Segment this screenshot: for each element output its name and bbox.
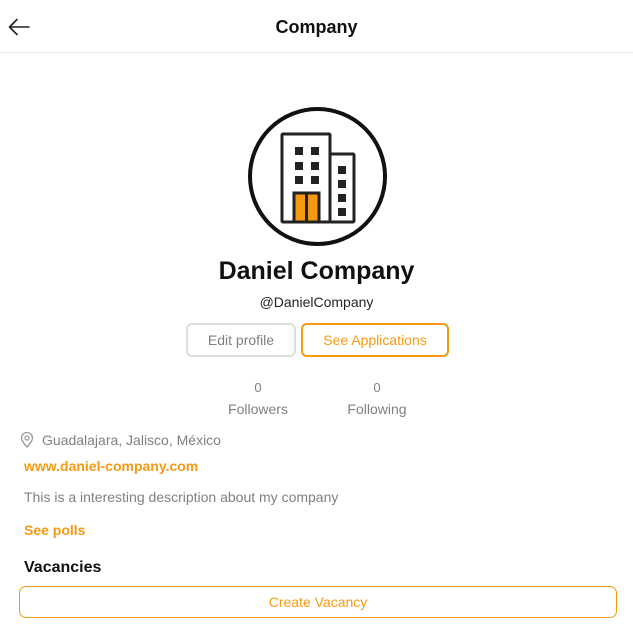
map-pin-icon [20, 432, 34, 448]
page-title: Company [275, 17, 358, 37]
company-name: Daniel Company [218, 257, 415, 285]
edit-profile-button[interactable]: Edit profile [186, 323, 296, 357]
see-polls-link[interactable]: See polls [24, 522, 85, 538]
following-stat[interactable]: 0 Following [322, 380, 432, 417]
website-link[interactable]: www.daniel-company.com [24, 458, 198, 474]
followers-label: Followers [228, 401, 288, 417]
followers-stat[interactable]: 0 Followers [203, 380, 313, 417]
create-vacancy-button[interactable]: Create Vacancy [19, 586, 617, 618]
company-description: This is a interesting description about … [24, 489, 339, 505]
see-applications-button[interactable]: See Applications [301, 323, 449, 357]
location-row: Guadalajara, Jalisco, México [20, 432, 221, 448]
company-avatar [248, 107, 387, 246]
vacancies-heading: Vacancies [24, 559, 102, 576]
building-icon [280, 132, 356, 224]
location-text: Guadalajara, Jalisco, México [42, 432, 221, 448]
following-count: 0 [373, 380, 381, 395]
following-label: Following [347, 401, 407, 417]
company-profile-screen: Company Daniel Company @DanielCompany Ed… [0, 0, 633, 635]
followers-count: 0 [254, 380, 262, 395]
company-handle: @DanielCompany [259, 294, 374, 310]
top-bar: Company [0, 0, 633, 53]
